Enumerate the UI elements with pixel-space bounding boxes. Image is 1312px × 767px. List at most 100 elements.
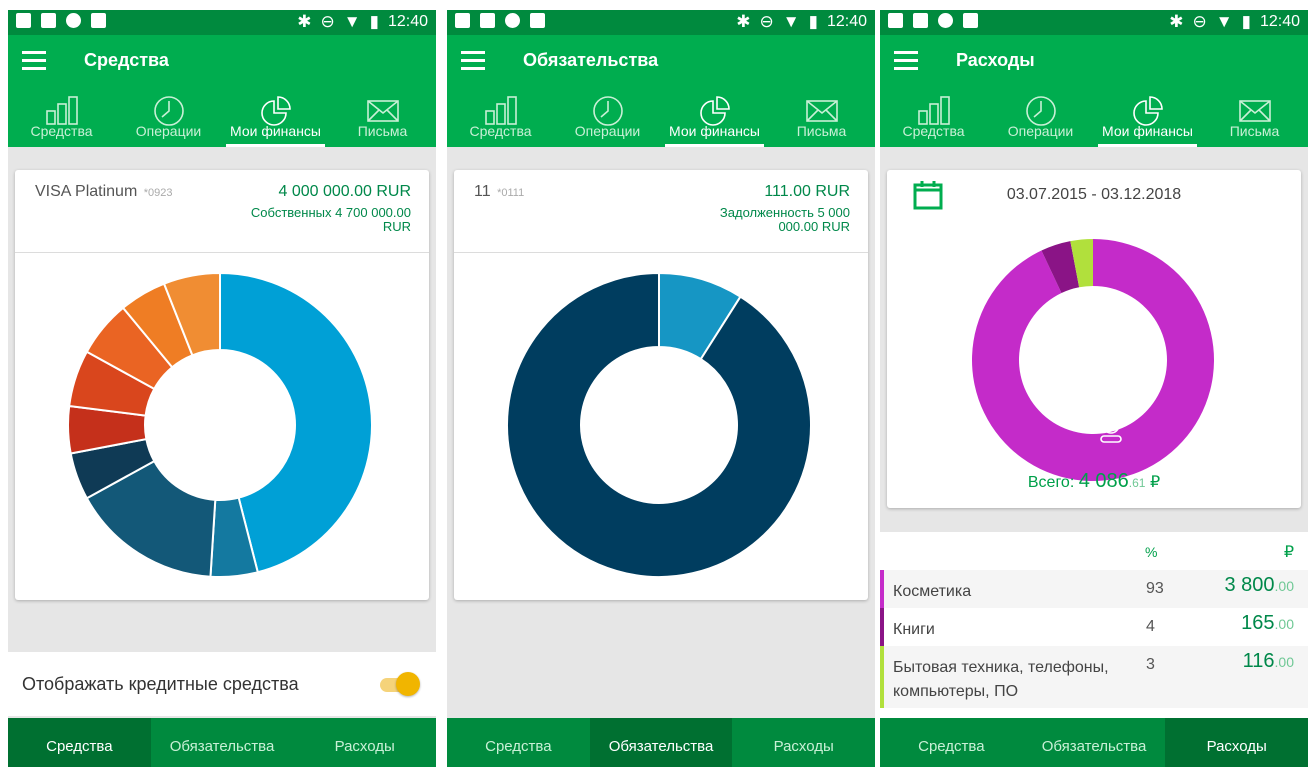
tab-label: Мои финансы [669,123,760,139]
dnd-icon: ⊖ [1192,12,1207,31]
category-color-bar [880,646,884,708]
tab-assets[interactable]: Средства [880,87,987,147]
table-header: % ₽ [880,532,1308,570]
account-amount: 4 000 000.00 RUR [278,183,411,200]
system-status: ✱ ⊖ ▼ ▮ 12:40 [1169,12,1300,32]
circle-notification-icon [938,13,953,28]
battery-icon: ▮ [369,12,379,31]
bottom-nav: Средства Обязательства Расходы [8,718,436,767]
page-title: Средства [84,50,169,70]
dnd-icon: ⊖ [759,12,774,31]
account-header: 11 *0111 111.00 RUR Задолженность 5 000 … [454,170,868,253]
bottom-nav: Средства Обязательства Расходы [447,718,875,767]
account-card[interactable]: VISA Platinum *0923 4 000 000.00 RUR Соб… [15,170,429,600]
tab-operations[interactable]: Операции [987,87,1094,147]
tab-label: Средства [902,123,965,139]
account-card[interactable]: 11 *0111 111.00 RUR Задолженность 5 000 … [454,170,868,600]
account-header: VISA Platinum *0923 4 000 000.00 RUR Соб… [15,170,429,253]
tab-my-finances[interactable]: Мои финансы [1094,87,1201,147]
envelope-icon [366,100,399,122]
bottom-nav-assets[interactable]: Средства [8,718,151,767]
app-notification-icon [16,13,31,28]
dnd-icon: ⊖ [320,12,335,31]
screen-assets: ✱ ⊖ ▼ ▮ 12:40 Средства Средства Операции… [8,10,436,767]
tab-operations[interactable]: Операции [115,87,222,147]
expenses-card: 03.07.2015 - 03.12.2018 Всего: 4 086.61 … [887,170,1301,508]
envelope-icon [805,100,838,122]
credit-toggle-switch[interactable] [378,672,420,696]
menu-icon[interactable] [22,51,46,71]
tab-letters[interactable]: Письма [329,87,436,147]
app-bar: Расходы [880,35,1308,87]
debt-amount: Задолженность 5 000 000.00 RUR [719,205,850,234]
screen-liabilities: ✱ ⊖ ▼ ▮ 12:40 Обязательства Средства Опе… [447,10,875,767]
status-bar: ✱ ⊖ ▼ ▮ 12:40 [447,10,875,35]
category-color-bar [880,608,884,646]
total-currency: ₽ [1149,474,1161,491]
tab-my-finances[interactable]: Мои финансы [661,87,768,147]
download-notification-icon [963,13,978,28]
page-title: Расходы [956,50,1035,70]
bluetooth-icon: ✱ [736,12,751,31]
category-amount: 3 800.00 [1224,574,1294,596]
app-bar: Обязательства [447,35,875,87]
bottom-nav: Средства Обязательства Расходы [880,718,1308,767]
clock: 12:40 [826,13,867,30]
category-percent: 3 [1146,656,1155,673]
tab-label: Письма [1229,123,1280,139]
tab-label: Операции [574,123,641,139]
notification-icons [16,13,106,28]
bottom-nav-liabilities[interactable]: Обязательства [589,718,733,767]
category-name: Книги [893,621,935,638]
menu-icon[interactable] [461,51,485,71]
table-row[interactable]: Книги 4 165.00 [880,608,1308,646]
tab-letters[interactable]: Письма [1201,87,1308,147]
tab-label: Мои финансы [1102,123,1193,139]
status-bar: ✱ ⊖ ▼ ▮ 12:40 [880,10,1308,35]
wifi-icon: ▼ [782,12,800,31]
category-percent: 93 [1146,580,1164,597]
status-bar: ✱ ⊖ ▼ ▮ 12:40 [8,10,436,35]
screen-expenses: ✱ ⊖ ▼ ▮ 12:40 Расходы Средства Операции … [880,10,1308,767]
tab-label: Письма [796,123,847,139]
tab-label: Средства [30,123,93,139]
tab-label: Операции [135,123,202,139]
menu-icon[interactable] [894,51,918,71]
table-row[interactable]: Косметика 93 3 800.00 [880,570,1308,608]
account-name: VISA Platinum *0923 [35,183,173,200]
expenses-total: Всего: 4 086.61 ₽ [887,470,1301,493]
image-notification-icon [41,13,56,28]
tab-operations[interactable]: Операции [554,87,661,147]
liabilities-donut-chart [506,271,812,578]
download-notification-icon [530,13,545,28]
column-percent: % [1145,544,1158,560]
period-range[interactable]: 03.07.2015 - 03.12.2018 [887,186,1301,204]
bottom-nav-expenses[interactable]: Расходы [732,718,875,767]
bluetooth-icon: ✱ [1169,12,1184,31]
tab-assets[interactable]: Средства [8,87,115,147]
tab-letters[interactable]: Письма [768,87,875,147]
bottom-nav-liabilities[interactable]: Обязательства [1023,718,1166,767]
category-icon [1100,416,1122,443]
bar-chart-icon [45,96,78,125]
circle-notification-icon [66,13,81,28]
donut-slice[interactable] [506,271,812,578]
bottom-nav-assets[interactable]: Средства [880,718,1023,767]
bottom-nav-liabilities[interactable]: Обязательства [151,718,294,767]
column-rub: ₽ [1283,544,1294,561]
credit-toggle-row: Отображать кредитные средства [8,652,436,716]
tab-assets[interactable]: Средства [447,87,554,147]
bottom-nav-expenses[interactable]: Расходы [1165,718,1308,767]
page-title: Обязательства [523,50,659,70]
account-name: 11 *0111 [474,183,525,200]
download-notification-icon [91,13,106,28]
bottom-nav-assets[interactable]: Средства [447,718,590,767]
own-funds: Собственных 4 700 000.00 RUR [250,205,411,234]
category-amount: 116.00 [1242,650,1294,672]
tab-label: Письма [357,123,408,139]
battery-icon: ▮ [808,12,818,31]
table-row[interactable]: Бытовая техника, телефоны, компьютеры, П… [880,646,1308,708]
tab-my-finances[interactable]: Мои финансы [222,87,329,147]
category-color-bar [880,570,884,608]
bottom-nav-expenses[interactable]: Расходы [293,718,436,767]
